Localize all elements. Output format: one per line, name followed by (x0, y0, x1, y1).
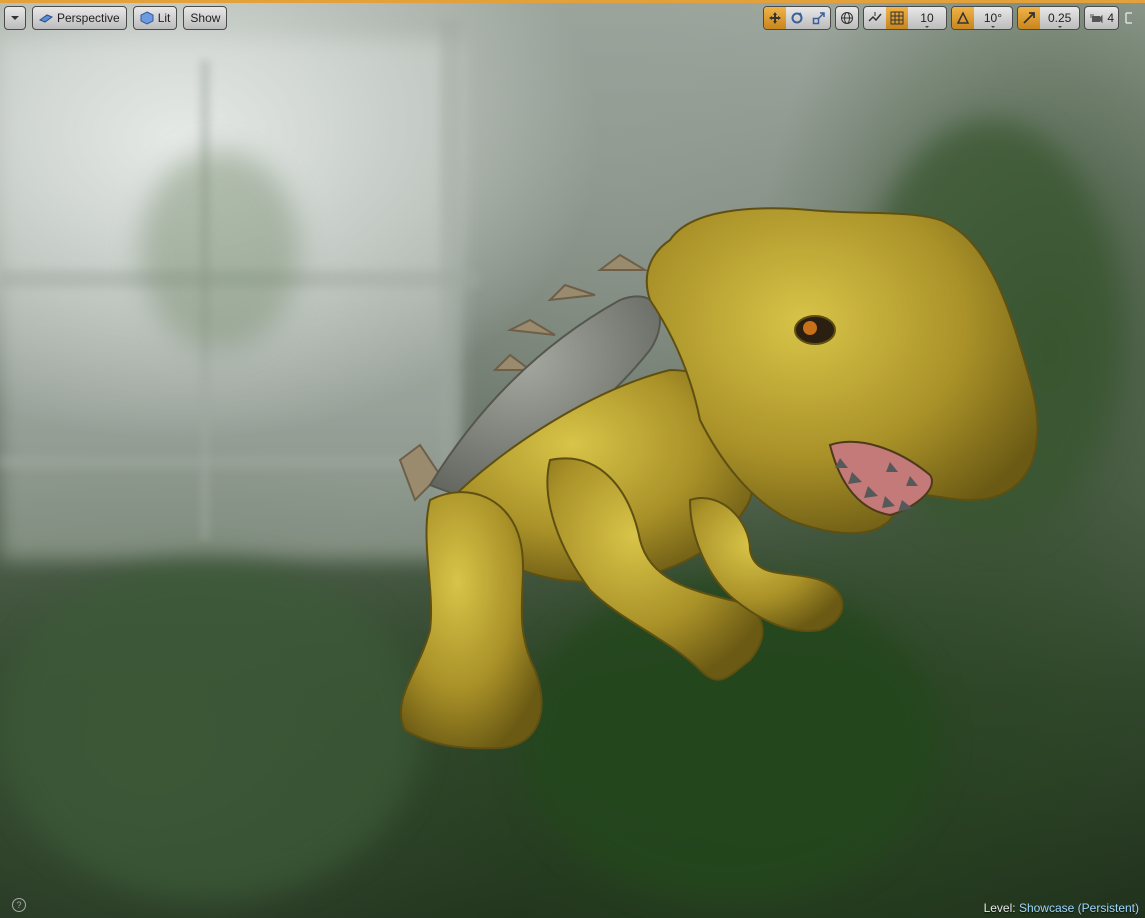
perspective-button[interactable]: Perspective (32, 6, 127, 30)
viewport[interactable]: Perspective Lit Show 10 10° 0.25 4 ? Lev… (0, 0, 1145, 918)
camera-speed-button[interactable]: 4 (1085, 7, 1118, 29)
grid-snap-value[interactable]: 10 (908, 7, 946, 29)
help-icon[interactable]: ? (12, 898, 26, 912)
rotate-mode-button[interactable] (786, 7, 808, 29)
grid-icon (890, 11, 904, 25)
level-prefix: Level: (983, 901, 1016, 915)
rotation-snap-value[interactable]: 10° (974, 7, 1012, 29)
scale-snap-icon (1022, 11, 1036, 25)
scale-snap-toggle[interactable] (1017, 7, 1040, 29)
coordinate-system-group (834, 6, 859, 30)
angle-icon (956, 11, 970, 25)
chevron-down-icon (8, 11, 22, 25)
translate-icon (768, 11, 782, 25)
creature-mesh[interactable] (390, 200, 1060, 760)
perspective-label: Perspective (57, 11, 120, 25)
rotation-snap-toggle[interactable] (951, 7, 974, 29)
perspective-icon (39, 11, 53, 25)
scale-mode-button[interactable] (808, 7, 830, 29)
rotate-icon (790, 11, 804, 25)
show-button[interactable]: Show (183, 6, 228, 30)
camera-speed-value: 4 (1107, 11, 1114, 25)
grid-snap-group: 10 (862, 6, 947, 30)
background-frame-beam (0, 455, 420, 469)
scale-snap-value[interactable]: 0.25 (1040, 7, 1079, 29)
level-status: Level: Showcase (Persistent) (984, 901, 1139, 915)
grid-snap-toggle[interactable] (885, 7, 908, 29)
rotation-snap-group: 10° (950, 6, 1013, 30)
world-space-button[interactable] (836, 7, 858, 29)
maximize-icon[interactable] (1123, 11, 1135, 25)
surface-snap-icon (868, 11, 882, 25)
viewport-options-button[interactable] (4, 6, 26, 30)
background-foliage (140, 150, 300, 350)
translate-mode-button[interactable] (763, 7, 786, 29)
lit-button[interactable]: Lit (132, 6, 178, 30)
lit-cube-icon (140, 11, 154, 25)
lit-label: Lit (157, 11, 171, 25)
globe-icon (840, 11, 854, 25)
eye-iris (803, 321, 817, 335)
camera-speed-icon (1089, 11, 1103, 25)
viewport-active-border (0, 0, 1145, 3)
viewport-toolbar-left: Perspective Lit Show (4, 6, 228, 30)
background-foliage (0, 560, 420, 900)
surface-snap-button[interactable] (864, 7, 886, 29)
transform-mode-group (762, 6, 831, 30)
camera-speed-group: 4 (1084, 6, 1119, 30)
scale-icon (812, 11, 826, 25)
level-name: Showcase (Persistent) (1018, 901, 1139, 915)
viewport-toolbar-right: 10 10° 0.25 4 (762, 6, 1135, 30)
show-label: Show (190, 11, 221, 25)
scale-snap-group: 0.25 (1016, 6, 1081, 30)
